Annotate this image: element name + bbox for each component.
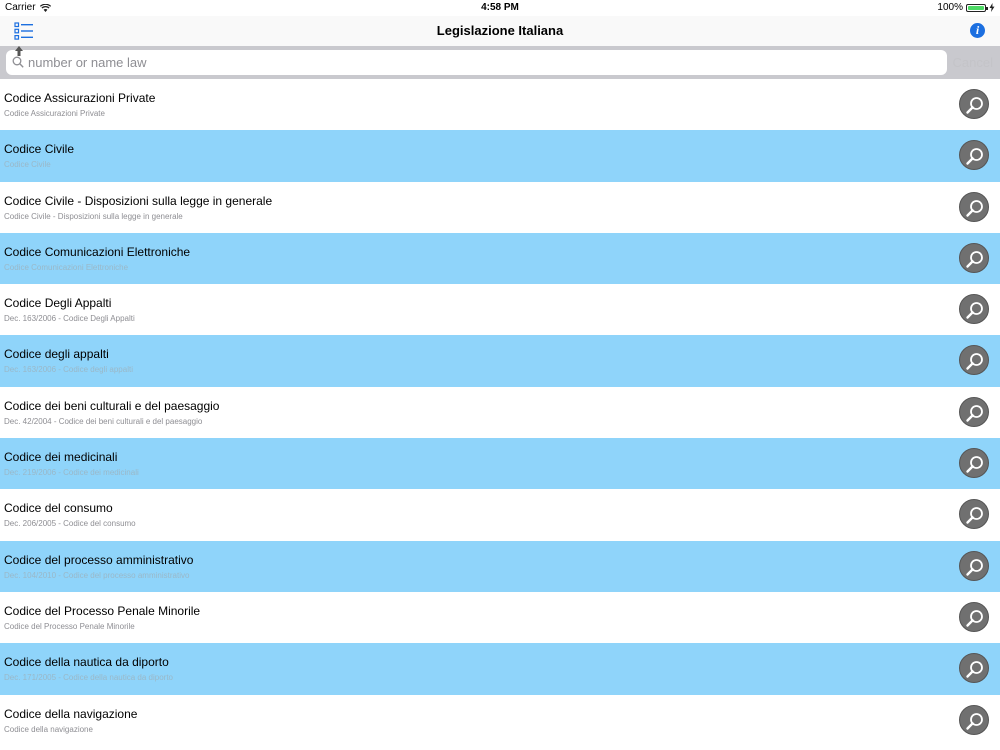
law-subtitle: Dec. 104/2010 - Codice del processo ammi… [4,570,190,580]
law-title: Codice degli appalti [4,347,109,362]
magnifier-icon [966,199,983,217]
battery-level [968,5,984,10]
list-item[interactable]: Codice Civile - Disposizioni sulla legge… [0,181,1000,233]
law-subtitle: Codice Civile [4,160,51,170]
law-subtitle: Dec. 42/2004 - Codice dei beni culturali… [4,416,203,426]
law-title: Codice dei medicinali [4,450,118,465]
magnifier-icon [966,558,983,576]
list-item[interactable]: Codice Degli Appalti Dec. 163/2006 - Codi… [0,284,1000,336]
page-title: Legislazione Italiana [436,23,564,38]
list-item[interactable]: Codice dei beni culturali e del paesaggi… [0,386,1000,439]
battery-percent: 100% [937,2,963,13]
law-subtitle: Codice della navigazione [4,724,93,734]
search-law-button[interactable] [959,89,989,119]
search-law-button[interactable] [959,499,989,530]
law-subtitle: Dec. 163/2006 - Codice Degli Appalti [4,314,135,324]
list-item[interactable]: Codice Comunicazioni Elettroniche Codice … [0,232,1000,285]
law-title: Codice Assicurazioni Private [4,91,156,105]
magnifier-icon [966,97,983,114]
law-title: Codice della navigazione [4,706,138,721]
magnifier-icon [966,250,983,268]
law-title: Codice del consumo [4,501,113,516]
law-title: Codice della nautica da diporto [4,655,169,670]
law-subtitle: Codice del Processo Penale Minorile [4,621,135,631]
list-item[interactable]: Codice del consumo Dec. 206/2005 - Codice… [0,489,1000,541]
list-item[interactable]: Codice Assicurazioni Private Codice Assic… [0,79,1000,131]
list-item[interactable]: Codice Civile Codice Civile [0,130,1000,182]
nav-bar: Legislazione Italiana i [0,16,1000,46]
search-field[interactable] [6,50,947,75]
law-subtitle: Codice Comunicazioni Elettroniche [4,262,129,272]
list-item[interactable]: Codice degli appalti Dec. 163/2006 - Codi… [0,335,1000,387]
status-right: 100% [937,2,995,13]
search-law-button[interactable] [959,448,989,479]
law-subtitle: Dec. 163/2006 - Codice degli appalti [4,365,133,375]
law-title: Codice Civile [4,142,75,157]
law-title: Codice dei beni culturali e del paesaggi… [4,398,220,413]
cancel-button[interactable]: Cancel [953,55,993,70]
magnifier-icon [966,148,983,165]
law-title: Codice Degli Appalti [4,296,112,311]
search-input[interactable] [28,52,928,73]
law-subtitle: Codice Assicurazioni Private [4,109,105,118]
search-bar: Cancel [0,46,1000,79]
magnifier-icon [966,661,983,678]
magnifier-icon [966,712,983,730]
status-time: 4:58 PM [481,2,519,13]
search-law-button[interactable] [959,345,989,376]
list-item[interactable]: Codice del processo amministrativo Dec. 1… [0,540,1000,592]
search-law-button[interactable] [959,653,989,684]
list-item[interactable]: Codice della nautica da diporto Dec. 171/… [0,643,1000,695]
magnifier-icon [966,456,983,473]
search-icon [12,56,24,68]
list-item[interactable]: Codice della navigazione Codice della nav… [0,694,1000,746]
search-law-button[interactable] [959,191,989,222]
search-law-button[interactable] [959,140,989,171]
law-title: Codice del processo amministrativo [4,552,194,567]
law-subtitle: Codice Civile - Disposizioni sulla legge… [4,211,183,221]
magnifier-icon [966,353,983,371]
battery-icon [966,3,988,12]
search-law-button[interactable] [959,601,989,632]
charging-bolt-icon [989,3,995,12]
magnifier-icon [966,507,983,525]
law-subtitle: Dec. 206/2005 - Codice del consumo [4,519,136,529]
search-law-button[interactable] [959,550,989,581]
search-law-button[interactable] [959,242,989,273]
magnifier-icon [966,302,983,319]
search-law-button[interactable] [959,294,989,325]
magnifier-icon [966,610,983,627]
law-subtitle: Dec. 219/2006 - Codice dei medicinali [4,468,139,478]
status-bar: Carrier 4:58 PM 100% [0,0,1000,16]
law-title: Codice del Processo Penale Minorile [4,603,201,618]
law-subtitle: Dec. 171/2005 - Codice della nautica da … [4,673,173,683]
arrow-up-icon [15,46,23,56]
search-law-button[interactable] [959,704,989,735]
search-law-button[interactable] [959,396,989,427]
law-list: Codice Assicurazioni Private Codice Assic… [0,79,1000,750]
magnifier-icon [966,404,983,422]
info-icon[interactable]: i [970,23,985,38]
list-item[interactable]: Codice dei medicinali Dec. 219/2006 - Cod… [0,438,1000,490]
law-title: Codice Civile - Disposizioni sulla legge… [4,193,273,208]
law-title: Codice Comunicazioni Elettroniche [4,244,191,259]
list-item[interactable]: Codice del Processo Penale Minorile Codic… [0,591,1000,644]
